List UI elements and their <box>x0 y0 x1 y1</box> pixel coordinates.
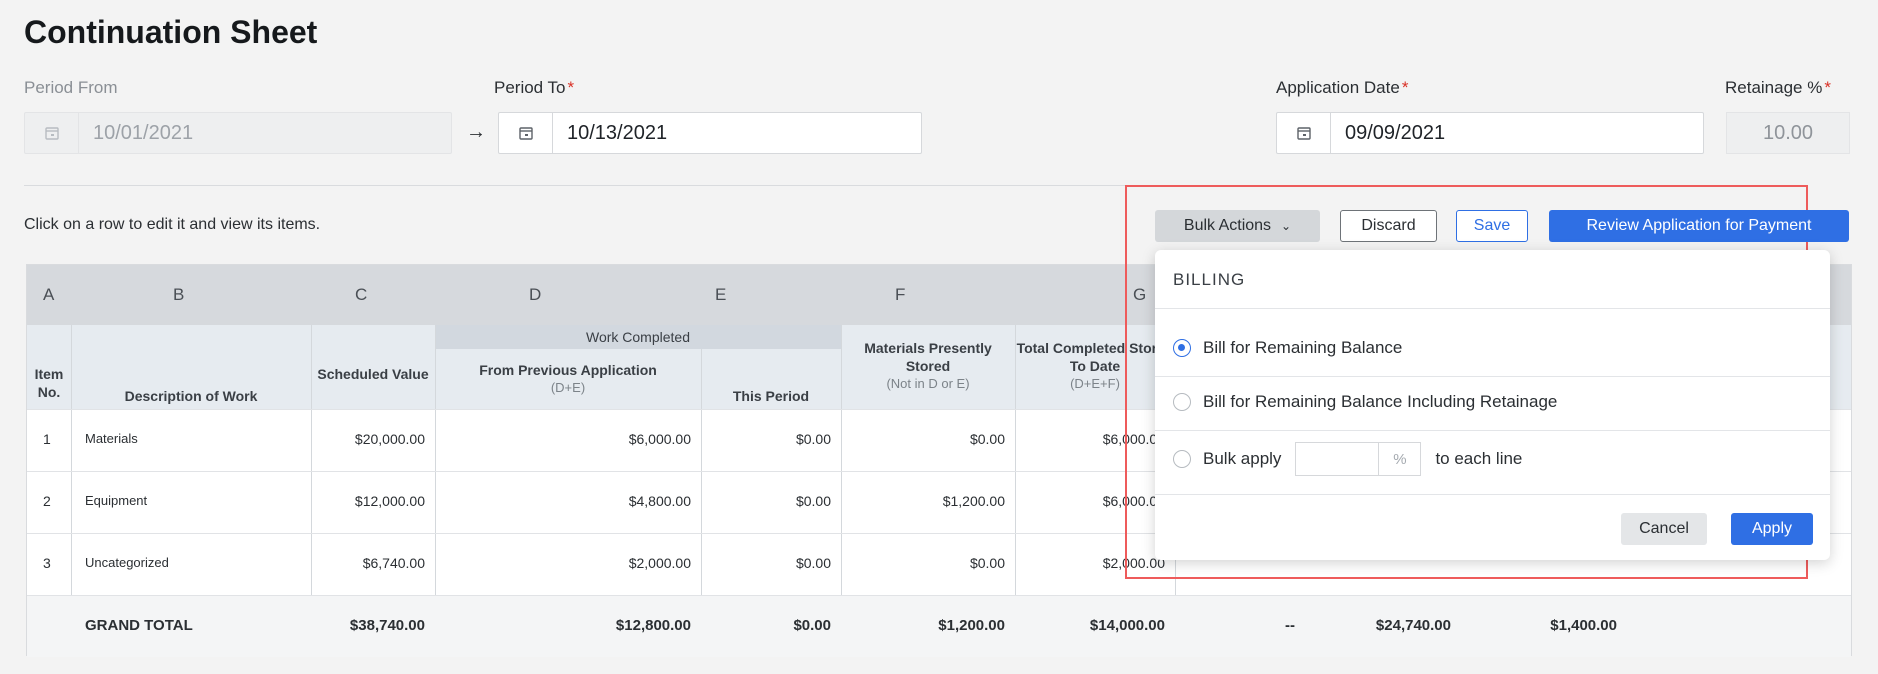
page-title: Continuation Sheet <box>24 14 318 50</box>
bulk-actions-dropdown: BILLING Bill for Remaining Balance Bill … <box>1155 250 1830 560</box>
column-letter: E <box>715 285 727 304</box>
application-date-input[interactable]: 09/09/2021 <box>1276 112 1704 154</box>
billing-heading: BILLING <box>1173 270 1246 289</box>
period-from-input: 10/01/2021 <box>24 112 452 154</box>
retainage-label: Retainage % * <box>1725 78 1831 97</box>
header-from-previous: From Previous Application (D+E) <box>479 362 657 395</box>
divider <box>24 185 1154 186</box>
application-date-label: Application Date * <box>1276 78 1409 97</box>
period-from-value: 10/01/2021 <box>93 121 194 144</box>
apply-button[interactable]: Apply <box>1731 513 1813 545</box>
column-letter: A <box>43 285 55 304</box>
header-item-no: Item No. <box>34 366 64 400</box>
radio-selected-icon[interactable] <box>1173 339 1191 357</box>
retainage-input: 10.00 <box>1726 112 1850 154</box>
chevron-down-icon: ⌄ <box>1281 219 1292 233</box>
column-letter: B <box>173 285 185 304</box>
column-letter: D <box>529 285 542 304</box>
period-to-value: 10/13/2021 <box>567 121 668 144</box>
cancel-button[interactable]: Cancel <box>1621 513 1707 545</box>
column-letter: C <box>355 285 368 304</box>
radio-icon[interactable] <box>1173 450 1191 468</box>
option-bill-remaining-retainage[interactable]: Bill for Remaining Balance Including Ret… <box>1173 392 1557 412</box>
bulk-actions-button[interactable]: Bulk Actions ⌄ <box>1155 210 1320 242</box>
work-completed-header: Work Completed <box>435 325 841 349</box>
review-application-button[interactable]: Review Application for Payment <box>1549 210 1849 242</box>
header-materials: Materials Presently Stored (Not in D or … <box>864 340 992 391</box>
bulk-apply-percent-input[interactable]: % <box>1295 442 1422 476</box>
header-description: Description of Work <box>124 388 258 404</box>
edit-hint: Click on a row to edit it and view its i… <box>24 216 321 233</box>
discard-button[interactable]: Discard <box>1340 210 1437 242</box>
calendar-icon[interactable] <box>1277 113 1331 153</box>
calendar-icon <box>25 113 79 153</box>
save-button[interactable]: Save <box>1456 210 1528 242</box>
arrow-right-icon: → <box>466 121 486 143</box>
period-from-label: Period From <box>24 78 118 97</box>
period-to-input[interactable]: 10/13/2021 <box>498 112 922 154</box>
application-date-value: 09/09/2021 <box>1345 121 1446 144</box>
column-letter: F <box>895 285 906 304</box>
header-scheduled-value: Scheduled Value <box>317 366 429 382</box>
calendar-icon[interactable] <box>499 113 553 153</box>
radio-icon[interactable] <box>1173 393 1191 411</box>
header-this-period: This Period <box>732 388 810 404</box>
period-to-label: Period To * <box>494 78 575 97</box>
grand-total-row: GRAND TOTAL $38,740.00 $12,800.00 $0.00 … <box>27 595 1851 657</box>
option-bill-remaining[interactable]: Bill for Remaining Balance <box>1173 338 1402 358</box>
option-bulk-apply[interactable]: Bulk apply % to each line <box>1173 442 1522 476</box>
